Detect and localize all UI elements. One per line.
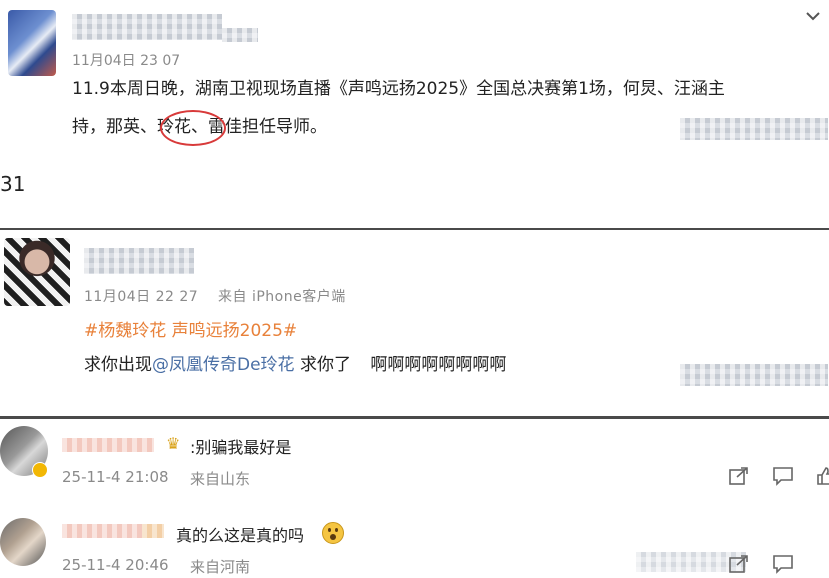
comment2-text: 真的么这是真的吗 bbox=[176, 526, 305, 545]
post-username-blurred[interactable] bbox=[72, 14, 222, 40]
red-circle-annotation bbox=[160, 110, 226, 146]
post-timestamp: 11月04日 23 07 bbox=[72, 53, 181, 69]
comment1-location: 来自山东 bbox=[190, 470, 251, 488]
post-username-blurred-tail bbox=[222, 28, 258, 42]
repost-right-blurred bbox=[680, 364, 828, 386]
like-icon[interactable] bbox=[816, 466, 829, 486]
section-divider-bottom bbox=[0, 416, 829, 419]
repost-text-emph: 啊啊啊啊啊啊啊啊 bbox=[370, 355, 507, 375]
repost-hashtags[interactable]: #杨魏玲花 声鸣远扬2025# bbox=[84, 316, 297, 341]
share-icon-2[interactable] bbox=[728, 554, 750, 574]
comment1-date: 25-11-4 21:08 bbox=[62, 468, 169, 486]
comment2-location: 来自河南 bbox=[190, 558, 251, 576]
repost-text: 求你出现@凤凰传奇De玲花 求你了 啊啊啊啊啊啊啊啊 bbox=[84, 350, 506, 375]
repost-timestamp: 11月04日 22 27 bbox=[84, 289, 199, 305]
post-text-before: 持，那英、 bbox=[72, 117, 157, 137]
repost-avatar[interactable] bbox=[4, 238, 70, 306]
chevron-down-icon[interactable] bbox=[806, 6, 820, 21]
surprised-emoji-icon bbox=[322, 522, 344, 544]
comment2-avatar[interactable] bbox=[0, 518, 46, 566]
comment2-username-blurred[interactable] bbox=[62, 524, 142, 538]
post-right-blurred bbox=[680, 118, 828, 140]
comment2-badge-blurred bbox=[142, 524, 164, 538]
post-avatar[interactable] bbox=[8, 10, 56, 76]
comment1-username-blurred[interactable] bbox=[62, 438, 154, 452]
comment-icon[interactable] bbox=[772, 466, 794, 486]
crown-emoji-icon: ♛ bbox=[166, 434, 181, 453]
side-number: 31 bbox=[0, 172, 26, 196]
comment-icon-2[interactable] bbox=[772, 554, 794, 574]
section-divider-top bbox=[0, 228, 829, 230]
repost-text-after: 求你了 bbox=[299, 355, 351, 375]
comment1-badge bbox=[32, 462, 48, 478]
comment2-date: 25-11-4 20:46 bbox=[62, 556, 169, 574]
mention-link[interactable]: @凤凰传奇De玲花 bbox=[152, 355, 295, 375]
comment1-text: :别骗我最好是 bbox=[190, 438, 292, 457]
repost-username-blurred[interactable] bbox=[84, 248, 194, 274]
repost-source[interactable]: 来自 iPhone客户端 bbox=[218, 286, 346, 306]
repost-text-before: 求你出现 bbox=[84, 355, 152, 375]
share-icon[interactable] bbox=[728, 466, 750, 486]
post-text-line1: 11.9本周日晚，湖南卫视现场直播《声鸣远扬2025》全国总决赛第1场，何炅、汪… bbox=[72, 79, 725, 99]
